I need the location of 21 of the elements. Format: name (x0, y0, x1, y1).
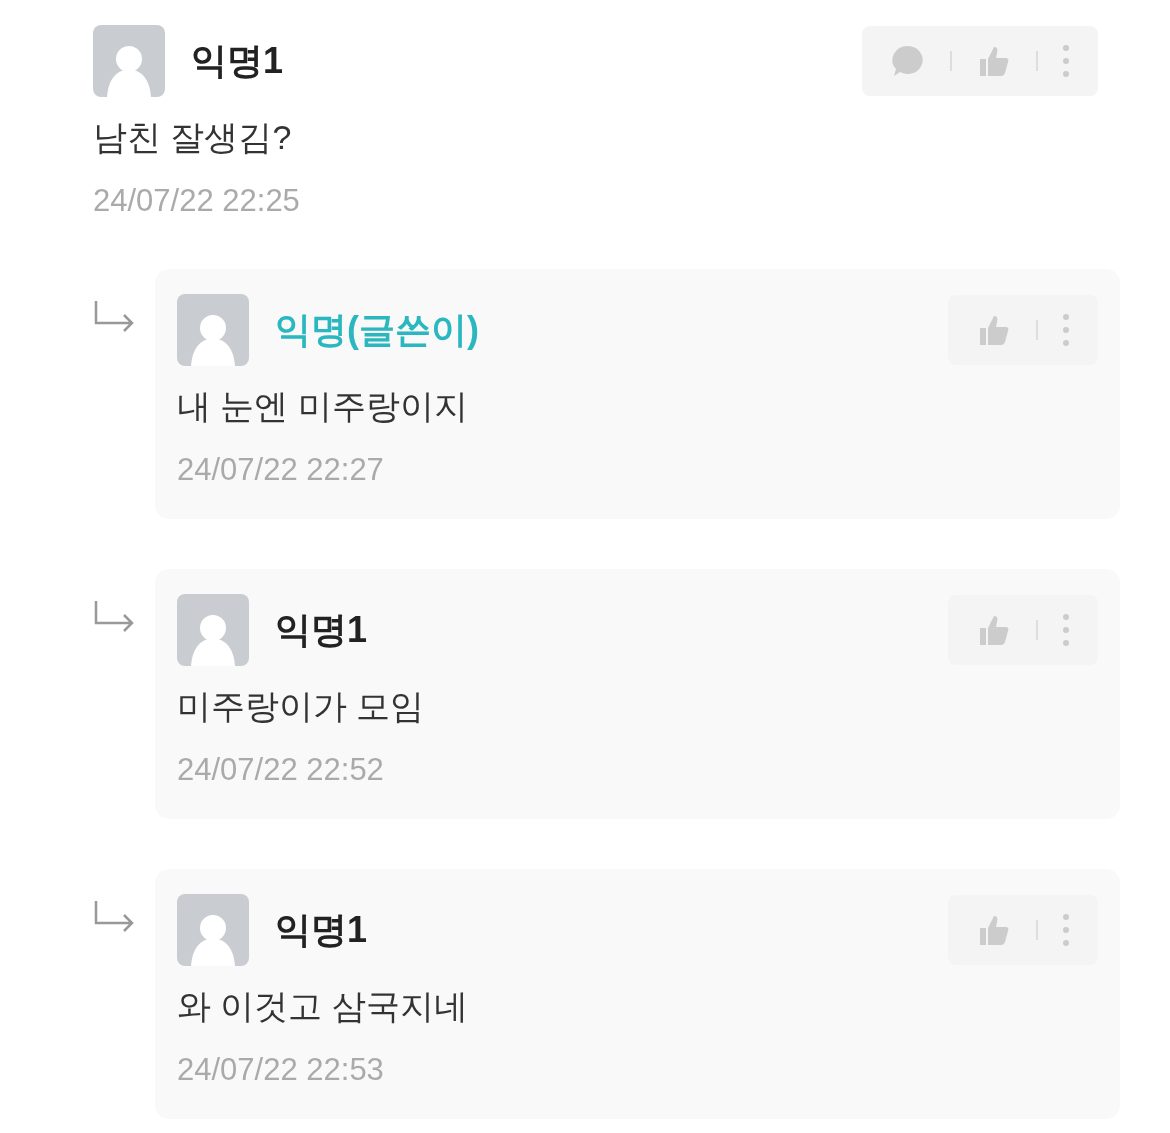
comment-text: 내 눈엔 미주랑이지 (177, 386, 469, 427)
author-name: 익명(글쓴이) (275, 307, 480, 352)
comment-text: 미주랑이가 모임 (177, 686, 426, 727)
avatar-icon (177, 294, 249, 366)
more-icon[interactable] (1062, 913, 1070, 947)
more-icon[interactable] (1062, 613, 1070, 647)
comment-time: 24/07/22 22:27 (177, 452, 385, 488)
comment-time: 24/07/22 22:52 (177, 752, 385, 788)
more-icon[interactable] (1062, 44, 1070, 78)
avatar-icon (177, 594, 249, 666)
comment-text: 남친 잘생김? (93, 117, 293, 158)
comment-time: 24/07/22 22:25 (93, 183, 301, 219)
author-name: 익명1 (191, 38, 285, 83)
avatar-icon (93, 25, 165, 97)
comment-time: 24/07/22 22:53 (177, 1052, 385, 1088)
avatar-icon (177, 894, 249, 966)
author-name: 익명1 (275, 907, 369, 952)
author-name: 익명1 (275, 607, 369, 652)
comment-text: 와 이것고 삼국지네 (177, 986, 469, 1027)
comment-icon[interactable] (890, 43, 926, 79)
more-icon[interactable] (1062, 313, 1070, 347)
